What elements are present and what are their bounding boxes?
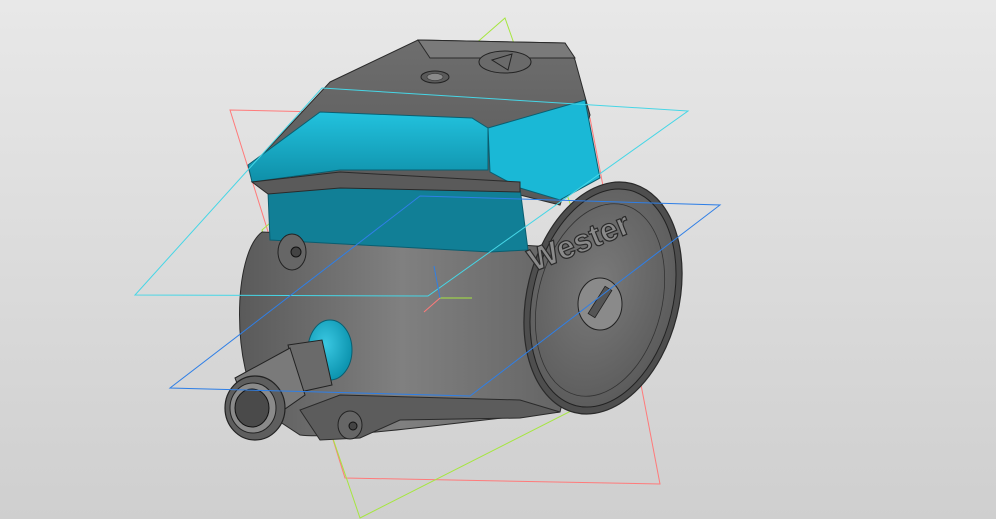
slotted-screw-icon[interactable]	[577, 277, 623, 331]
bolt-boss-lower	[337, 410, 363, 440]
3d-viewport[interactable]: Wester	[0, 0, 996, 519]
arrow-symbol-icon	[478, 50, 532, 74]
bolt-boss-upper	[277, 233, 307, 271]
